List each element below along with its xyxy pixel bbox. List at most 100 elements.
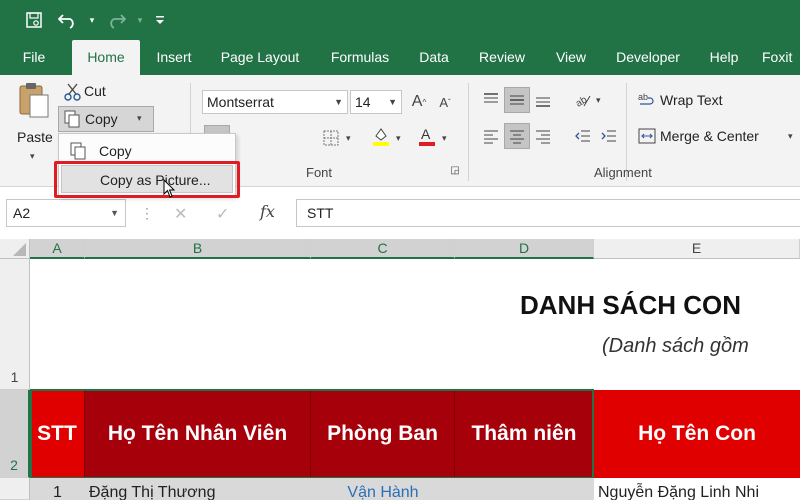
- scissors-icon: [64, 83, 81, 101]
- paste-dropdown-icon: ▾: [30, 151, 35, 161]
- alignment-group-label: Alignment: [594, 165, 652, 180]
- header-cell-child-name[interactable]: Họ Tên Con: [594, 390, 800, 478]
- borders-icon[interactable]: [318, 125, 344, 151]
- increase-font-size-icon[interactable]: A ^: [406, 89, 432, 115]
- orientation-icon[interactable]: ab: [570, 87, 596, 113]
- row-header-1[interactable]: 1: [0, 259, 30, 390]
- tab-review[interactable]: Review: [472, 40, 532, 75]
- sheet-subtitle[interactable]: (Danh sách gồm: [602, 335, 749, 358]
- chevron-down-icon: ▼: [110, 208, 119, 218]
- font-color-dropdown-icon[interactable]: ▾: [442, 133, 447, 144]
- copy-dropdown-icon: ▾: [137, 113, 142, 123]
- tab-developer[interactable]: Developer: [606, 40, 690, 75]
- tab-file[interactable]: File: [10, 40, 58, 75]
- save-icon[interactable]: [22, 8, 46, 32]
- merge-center-label: Merge & Center: [660, 128, 759, 144]
- column-header-c[interactable]: C: [311, 239, 455, 259]
- wrap-text-label: Wrap Text: [660, 92, 723, 108]
- formula-input[interactable]: STT: [296, 199, 800, 227]
- font-name-combo[interactable]: Montserrat ▼: [202, 90, 348, 114]
- chevron-down-icon: ▼: [334, 97, 343, 107]
- cut-label: Cut: [84, 83, 106, 99]
- borders-dropdown-icon[interactable]: ▾: [346, 133, 351, 144]
- header-cell-seniority[interactable]: Thâm niên: [455, 390, 594, 478]
- merge-center-button[interactable]: Merge & Center ▾: [636, 125, 800, 149]
- tab-data[interactable]: Data: [410, 40, 458, 75]
- tab-help[interactable]: Help: [700, 40, 748, 75]
- row-header-2[interactable]: 2: [0, 390, 30, 478]
- align-center-icon[interactable]: [504, 123, 530, 149]
- decrease-font-size-icon[interactable]: Aˇ: [432, 89, 458, 115]
- merge-center-icon: [638, 128, 656, 144]
- cell-b3[interactable]: Đặng Thị Thương: [85, 478, 311, 500]
- font-size-combo[interactable]: 14 ▼: [350, 90, 402, 114]
- paste-button[interactable]: Paste ▾: [12, 81, 56, 161]
- align-right-icon[interactable]: [530, 123, 556, 149]
- customize-quick-access-icon[interactable]: [148, 8, 172, 32]
- title-bar: ▾ ▾: [0, 0, 800, 40]
- column-header-a[interactable]: A: [30, 239, 85, 259]
- column-header-d[interactable]: D: [455, 239, 594, 259]
- fill-color-dropdown-icon[interactable]: ▾: [396, 133, 401, 144]
- tab-page-layout[interactable]: Page Layout: [212, 40, 308, 75]
- fill-color-icon[interactable]: [368, 123, 394, 149]
- sheet-title[interactable]: DANH SÁCH CON: [520, 290, 741, 321]
- align-middle-icon[interactable]: [504, 87, 530, 113]
- menu-item-copy-label: Copy: [99, 143, 132, 159]
- enter-icon[interactable]: ✓: [216, 204, 229, 224]
- insert-function-icon[interactable]: fx: [260, 202, 275, 221]
- name-box-value: A2: [13, 205, 31, 221]
- formula-bar-grip-icon: ⋮: [140, 205, 154, 221]
- cell-a3[interactable]: 1: [30, 478, 85, 500]
- align-top-icon[interactable]: [478, 87, 504, 113]
- paste-label: Paste: [17, 129, 53, 145]
- align-bottom-icon[interactable]: [530, 87, 556, 113]
- svg-text:ab: ab: [638, 92, 648, 102]
- font-color-icon[interactable]: A: [414, 123, 440, 149]
- separator: [468, 83, 469, 181]
- undo-dropdown-icon[interactable]: ▾: [80, 8, 104, 32]
- font-name-value: Montserrat: [207, 94, 274, 110]
- copy-label: Copy: [85, 111, 118, 127]
- ribbon-tabs: File Home Insert Page Layout Formulas Da…: [0, 40, 800, 75]
- undo-icon[interactable]: [56, 8, 80, 32]
- wrap-text-button[interactable]: ab Wrap Text: [636, 89, 756, 113]
- row-header-3[interactable]: [0, 478, 30, 500]
- header-cell-stt[interactable]: STT: [30, 390, 85, 478]
- tab-foxit[interactable]: Foxit: [762, 40, 800, 75]
- excel-window: ▾ ▾ File Home Insert Page Layout Formula…: [0, 0, 800, 500]
- dialog-launcher-icon[interactable]: ◲: [448, 163, 462, 177]
- cut-button[interactable]: Cut: [62, 81, 122, 103]
- cancel-icon[interactable]: ✕: [174, 204, 187, 224]
- mouse-cursor-icon: [163, 179, 176, 198]
- cell-c3[interactable]: Vận Hành: [311, 478, 455, 500]
- tab-insert[interactable]: Insert: [148, 40, 200, 75]
- select-all-icon: [13, 243, 26, 256]
- column-header-e[interactable]: E: [594, 239, 800, 259]
- font-size-value: 14: [355, 94, 371, 110]
- column-header-b[interactable]: B: [85, 239, 311, 259]
- decrease-indent-icon[interactable]: [570, 123, 596, 149]
- header-cell-department[interactable]: Phòng Ban: [311, 390, 455, 478]
- copy-button[interactable]: Copy ▾: [58, 106, 154, 132]
- select-all-corner[interactable]: [0, 239, 30, 259]
- paste-icon: [19, 83, 49, 118]
- header-cell-employee-name[interactable]: Họ Tên Nhân Viên: [85, 390, 311, 478]
- merge-dropdown-icon: ▾: [788, 131, 793, 141]
- tab-home[interactable]: Home: [72, 40, 140, 75]
- increase-indent-icon[interactable]: [596, 123, 622, 149]
- font-group-label: Font: [306, 165, 333, 180]
- align-left-icon[interactable]: [478, 123, 504, 149]
- orientation-dropdown-icon[interactable]: ▾: [596, 95, 601, 106]
- cell-e3[interactable]: Nguyễn Đặng Linh Nhi: [594, 478, 800, 500]
- copy-icon: [64, 110, 80, 128]
- redo-icon[interactable]: [104, 8, 128, 32]
- tab-view[interactable]: View: [546, 40, 596, 75]
- cell-d3[interactable]: [455, 478, 594, 500]
- name-box[interactable]: A2 ▼: [6, 199, 126, 227]
- wrap-text-icon: ab: [638, 92, 654, 105]
- svg-text:A: A: [421, 126, 431, 142]
- tab-formulas[interactable]: Formulas: [320, 40, 400, 75]
- copy-icon: [70, 142, 86, 160]
- highlight-box: [54, 161, 240, 198]
